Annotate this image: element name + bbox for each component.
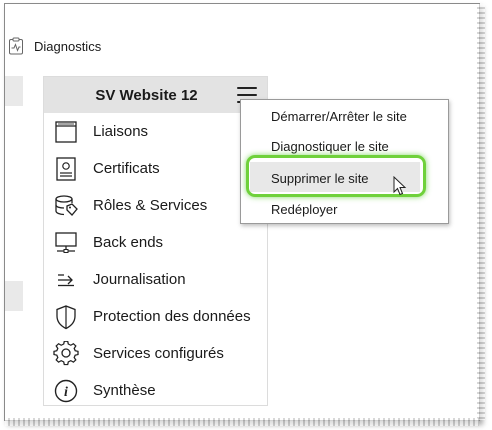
nav-item-certificats[interactable]: Certificats [44,150,267,187]
shield-icon [56,304,76,329]
clipboard-chart-icon [9,37,23,55]
site-panel: SV Website 12 Liaisons Certificats Rôles… [43,76,268,406]
site-panel-header: SV Website 12 [44,77,267,113]
log-arrow-icon [58,273,74,286]
window-bindings-icon [55,120,77,143]
nav-item-roles-services[interactable]: Rôles & Services [44,187,267,224]
nav-item-journalisation[interactable]: Journalisation [44,261,267,298]
nav-item-liaisons[interactable]: Liaisons [44,113,267,150]
nav-item-services-configures[interactable]: Services configurés [44,335,267,372]
menu-item-diagnose[interactable]: Diagnostiquer le site [271,139,389,154]
nav-item-synthese[interactable]: i Synthèse [44,372,267,409]
torn-edge-bottom [5,418,479,426]
torn-edge-right [477,4,485,420]
gear-icon [53,340,79,365]
monitor-network-icon [55,231,77,253]
diagnostics-title: Diagnostics [34,38,102,54]
nav-label: Services configurés [93,345,224,362]
nav-label: Liaisons [93,123,149,140]
certificate-icon [56,156,76,181]
nav-label: Rôles & Services [93,197,208,214]
svg-text:i: i [64,385,68,400]
menu-item-start-stop[interactable]: Démarrer/Arrêter le site [271,109,407,124]
nav-label: Journalisation [93,271,186,288]
menu-item-redeploy[interactable]: Redéployer [271,202,338,217]
mouse-cursor-icon [393,176,407,196]
nav-label: Certificats [93,160,160,177]
nav-item-protection-donnees[interactable]: Protection des données [44,298,267,335]
left-panel-edge [5,76,23,106]
diagnostics-header[interactable]: Diagnostics [8,35,101,57]
nav-label: Back ends [93,234,164,251]
nav-item-back-ends[interactable]: Back ends [44,224,267,261]
nav-label: Synthèse [93,382,156,399]
nav-label: Protection des données [93,308,251,325]
site-nav-list: Liaisons Certificats Rôles & Services Ba… [44,113,267,409]
database-tag-icon [55,194,78,216]
site-title: SV Website 12 [95,86,198,104]
info-icon: i [54,379,78,402]
left-panel-edge-lower [5,281,23,311]
